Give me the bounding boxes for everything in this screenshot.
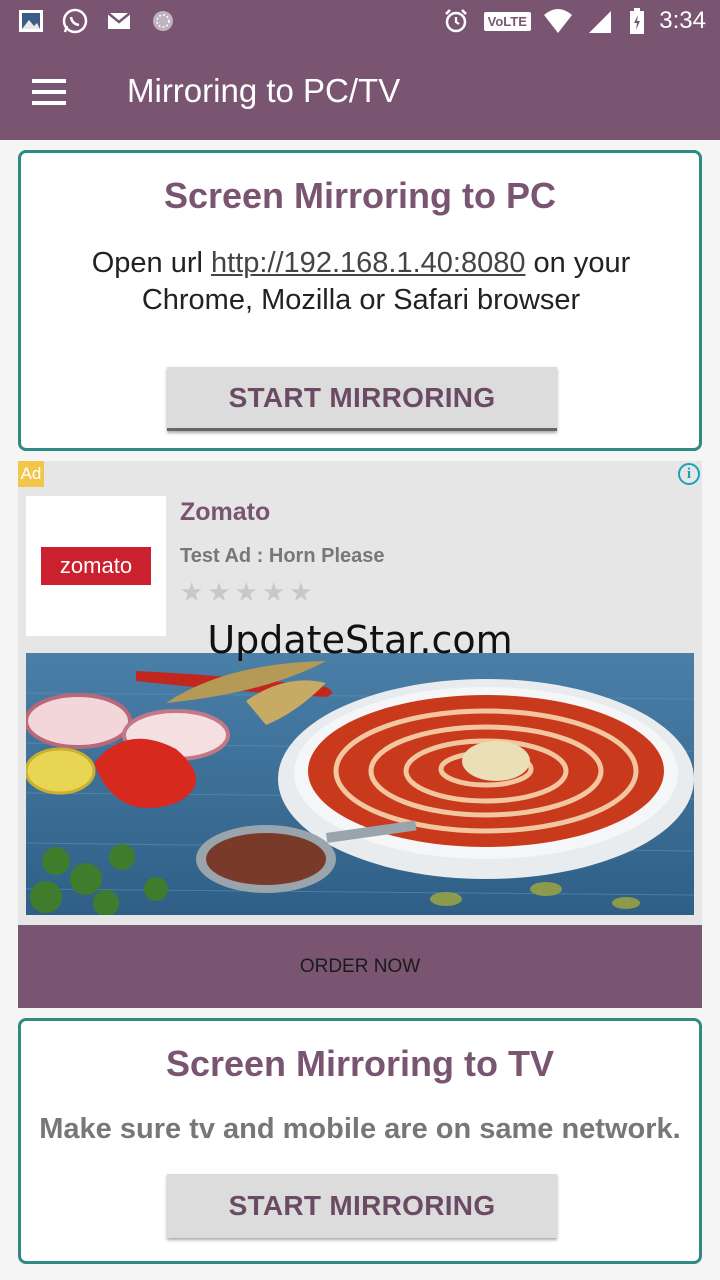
signal-icon [585, 6, 615, 36]
ad-info-icon[interactable]: i [678, 463, 700, 485]
status-bar: VoLTE 3:34 [0, 0, 720, 44]
battery-icon [627, 6, 647, 36]
tv-card-description: Make sure tv and mobile are on same netw… [39, 1113, 681, 1145]
wifi-icon [543, 6, 573, 36]
pc-card-title: Screen Mirroring to PC [163, 175, 557, 216]
pc-mirroring-card: Screen Mirroring to PC Open url http://1… [18, 150, 702, 451]
notification-icons [16, 6, 178, 36]
start-mirroring-tv-button[interactable]: START MIRRORING [167, 1174, 557, 1238]
tv-mirroring-card: Screen Mirroring to TV Make sure tv and … [18, 1018, 702, 1264]
star-icon: ★ [234, 578, 258, 608]
star-icon: ★ [180, 578, 204, 608]
gmail-icon [104, 6, 134, 36]
app-bar: Mirroring to PC/TV [0, 44, 720, 140]
alarm-icon [441, 6, 471, 36]
system-icons: VoLTE 3:34 [441, 6, 706, 36]
star-icon: ★ [207, 578, 231, 608]
start-mirroring-pc-button[interactable]: START MIRRORING [167, 367, 557, 431]
clock: 3:34 [659, 7, 706, 34]
ad-logo-box[interactable]: zomato [26, 496, 166, 636]
menu-icon[interactable] [20, 66, 76, 118]
star-icon: ★ [289, 578, 313, 608]
ad-tagline: Test Ad : Horn Please [180, 545, 385, 567]
ad-food-image[interactable] [26, 653, 694, 915]
ad-badge: Ad [18, 461, 44, 487]
watermark: UpdateStar.com [207, 618, 513, 662]
pc-desc-prefix: Open url [91, 247, 212, 279]
whatsapp-icon [60, 6, 90, 36]
mirror-url-link[interactable]: http://192.168.1.40:8080 [211, 247, 525, 279]
order-now-button[interactable]: ORDER NOW [18, 925, 702, 1008]
ad-rating-stars: ★ ★ ★ ★ ★ [180, 579, 313, 607]
ad-banner[interactable]: Ad i zomato Zomato Test Ad : Horn Please… [18, 461, 702, 1008]
pc-card-description: Open url http://192.168.1.40:8080 on you… [41, 245, 681, 319]
star-icon: ★ [261, 578, 286, 608]
tv-card-title: Screen Mirroring to TV [165, 1043, 555, 1084]
ad-advertiser-name[interactable]: Zomato [180, 498, 270, 527]
volte-icon: VoLTE [483, 6, 531, 36]
page-title: Mirroring to PC/TV [127, 72, 401, 109]
app-icon [148, 6, 178, 36]
zomato-logo: zomato [41, 547, 151, 585]
gallery-icon [16, 6, 46, 36]
volte-label: VoLTE [483, 11, 531, 31]
